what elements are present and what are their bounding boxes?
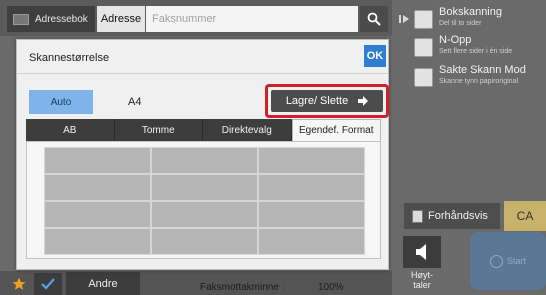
other-button[interactable]: Andre [66,272,140,295]
tab-custom-format[interactable]: Egendef. Format [291,119,381,141]
save-delete-label: Lagre/ Slette [285,95,349,107]
custom-size-slot[interactable] [151,228,258,255]
option-title: Sakte Skann Mod [439,64,526,76]
custom-size-slot[interactable] [258,201,365,228]
option-text: N-Opp Sett flere sider i én side [439,34,512,57]
speaker-button[interactable] [403,236,441,268]
search-icon [367,12,381,26]
option-book-scanning[interactable]: Bokskanning Del til to sider [414,6,546,32]
option-subtitle: Sett flere sider i én side [439,48,513,55]
save-delete-inner: Lagre/ Slette [271,90,383,112]
option-subtitle: Del til to sider [439,20,482,27]
option-title: N-Opp [439,34,472,46]
preview-icon [412,209,423,223]
dialog-title: Skannestørrelse [29,52,110,64]
preview-button[interactable]: Forhåndsvis [404,203,500,229]
dialog-divider [17,73,388,74]
option-subtitle: Skanne tynn papiroriginal [439,78,518,85]
custom-size-grid [44,147,365,255]
speaker-label: Høyt- taler [411,270,433,290]
fax-memory-separator: : [283,282,286,293]
custom-size-slot[interactable] [151,201,258,228]
star-icon [12,277,26,290]
ca-button[interactable]: CA [504,201,546,231]
format-tabs: AB Tomme Direktevalg Egendef. Format [26,119,381,141]
tab-inch[interactable]: Tomme [114,119,203,141]
option-text: Bokskanning Del til to sider [439,6,502,29]
custom-size-slot[interactable] [258,174,365,201]
custom-size-slot[interactable] [151,174,258,201]
preview-label: Forhåndsvis [428,210,488,222]
fax-memory-value: 100% [318,282,344,293]
confirm-button[interactable] [34,273,62,295]
custom-size-slot[interactable] [44,228,151,255]
custom-format-panel [26,141,381,259]
option-slow-scan[interactable]: Sakte Skann Mod Skanne tynn papirorigina… [414,64,546,90]
option-text: Sakte Skann Mod Skanne tynn papirorigina… [439,64,526,87]
address-book-label: Adressebok [35,13,88,25]
option-title: Bokskanning [439,6,502,18]
search-button[interactable] [360,6,388,32]
address-book-button[interactable]: Adressebok [7,6,95,32]
address-label: Adresse [97,6,145,32]
check-icon [41,278,55,290]
option-checkbox[interactable] [414,10,433,29]
custom-size-slot[interactable] [44,201,151,228]
expand-panel-icon[interactable] [397,12,411,26]
tab-direct-entry[interactable]: Direktevalg [203,119,292,141]
auto-size-button[interactable]: Auto [29,90,93,114]
ok-button[interactable]: OK [364,45,386,67]
option-n-up[interactable]: N-Opp Sett flere sider i én side [414,34,546,60]
scan-size-dialog: Skannestørrelse OK Auto A4 Lagre/ Slette… [16,39,389,270]
save-delete-button[interactable]: Lagre/ Slette [265,84,389,118]
custom-size-slot[interactable] [44,174,151,201]
scan-size-value: A4 [128,96,142,108]
option-checkbox[interactable] [414,68,433,87]
address-book-icon [13,13,29,25]
tab-ab[interactable]: AB [26,119,115,141]
custom-size-slot[interactable] [44,147,151,174]
custom-size-slot[interactable] [258,228,365,255]
start-icon [489,254,503,268]
speaker-icon [416,244,426,260]
arrow-right-icon [358,96,369,106]
custom-size-slot[interactable] [151,147,258,174]
favorite-button[interactable] [8,275,30,293]
option-checkbox[interactable] [414,38,433,57]
fax-memory-label: Faksmottakminne [200,282,279,293]
start-label: Start [506,256,526,266]
option-panel: Bokskanning Del til to sider N-Opp Sett … [414,2,546,197]
fax-number-input[interactable] [146,6,358,32]
custom-size-slot[interactable] [258,147,365,174]
start-button[interactable]: Start [470,232,546,290]
